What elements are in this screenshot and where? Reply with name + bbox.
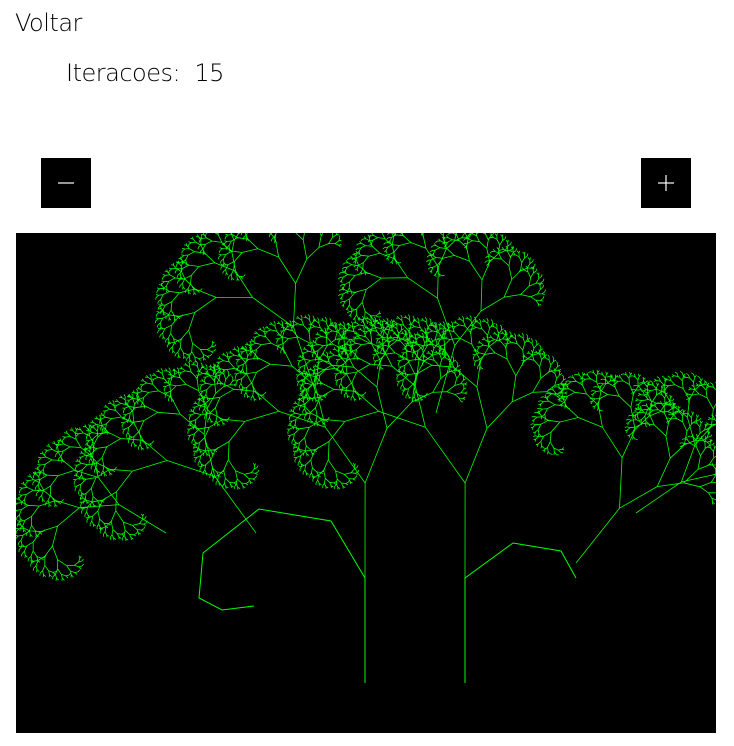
back-link[interactable]: Voltar [15, 6, 82, 40]
fractal-tree-drawing [16, 233, 716, 683]
iteration-count: 15 [194, 59, 224, 87]
fractal-canvas [16, 233, 716, 733]
iteration-display: Iteracoes: 15 [66, 56, 224, 90]
decrease-iterations-button[interactable] [41, 158, 91, 208]
iteration-label: Iteracoes: [66, 59, 181, 87]
minus-icon [57, 174, 75, 192]
fractal-branches [16, 233, 716, 581]
increase-iterations-button[interactable] [641, 158, 691, 208]
plus-icon [657, 174, 675, 192]
